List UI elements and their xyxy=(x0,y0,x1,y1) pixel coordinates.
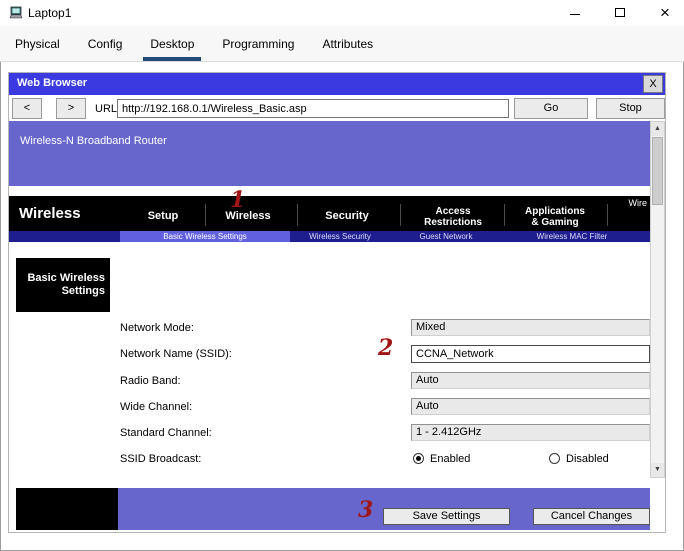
standard-channel-label: Standard Channel: xyxy=(120,427,212,439)
go-button[interactable]: Go xyxy=(514,98,588,119)
router-nav-bar: Wireless Wire Setup Wireless Security Ac… xyxy=(9,196,650,231)
router-banner: Wireless-N Broadband Router xyxy=(9,121,650,186)
tab-attributes[interactable]: Attributes xyxy=(315,26,380,61)
standard-channel-select[interactable]: 1 - 2.412GHz xyxy=(411,424,650,441)
cancel-changes-button[interactable]: Cancel Changes xyxy=(533,508,650,525)
save-settings-button[interactable]: Save Settings xyxy=(383,508,510,525)
nav-corner-text: Wire xyxy=(628,198,648,208)
browser-close-button[interactable]: X xyxy=(643,75,663,93)
subnav-guest-network[interactable]: Guest Network xyxy=(391,231,501,242)
maximize-icon xyxy=(615,8,625,17)
subnav-wireless-mac-filter[interactable]: Wireless MAC Filter xyxy=(517,231,627,242)
ssid-label: Network Name (SSID): xyxy=(120,348,232,360)
form-row-network-mode: Network Mode: Mixed xyxy=(9,319,650,337)
form-row-ssid-broadcast: SSID Broadcast: Enabled Disabled xyxy=(9,450,650,468)
minimize-icon xyxy=(570,14,580,15)
menu-access-restrictions[interactable]: Access Restrictions xyxy=(403,206,503,228)
menu-wireless[interactable]: Wireless xyxy=(198,210,298,222)
wide-channel-label: Wide Channel: xyxy=(120,401,193,413)
scroll-down-icon[interactable]: ▼ xyxy=(651,463,664,477)
minimize-button[interactable] xyxy=(564,3,586,23)
tab-programming[interactable]: Programming xyxy=(215,26,301,61)
menu-applications-gaming[interactable]: Applications & Gaming xyxy=(505,206,605,228)
browser-toolbar: < > URL Go Stop xyxy=(9,95,665,121)
wide-channel-select[interactable]: Auto xyxy=(411,398,650,415)
ssid-broadcast-label: SSID Broadcast: xyxy=(120,453,202,465)
url-label: URL xyxy=(95,103,118,115)
ssid-input[interactable] xyxy=(411,345,650,363)
device-tabstrip: Physical Config Desktop Programming Attr… xyxy=(0,26,684,62)
form-row-radio-band: Radio Band: Auto xyxy=(9,372,650,390)
subnav-wireless-security[interactable]: Wireless Security xyxy=(285,231,395,242)
enabled-radio-label: Enabled xyxy=(430,453,471,465)
router-subnav: Basic Wireless Settings Wireless Securit… xyxy=(9,231,650,242)
browser-title: Web Browser xyxy=(17,77,88,89)
browser-titlebar: Web Browser X xyxy=(9,73,665,95)
radio-band-select[interactable]: Auto xyxy=(411,372,650,389)
browser-viewport: Wireless-N Broadband Router Wireless Wir… xyxy=(9,121,665,532)
forward-button[interactable]: > xyxy=(56,98,86,119)
annotation-step-1: 1 xyxy=(230,187,246,213)
network-mode-label: Network Mode: xyxy=(120,322,194,334)
form-row-ssid: Network Name (SSID): xyxy=(9,345,650,363)
vertical-scrollbar[interactable]: ▲ ▼ xyxy=(650,121,665,478)
window-titlebar: Laptop1 × xyxy=(0,0,684,26)
radio-band-label: Radio Band: xyxy=(120,375,181,387)
nav-separator xyxy=(607,204,608,226)
laptop-window: Laptop1 × Physical Config Desktop Progra… xyxy=(0,0,684,551)
enabled-radio[interactable] xyxy=(413,453,424,464)
disabled-radio-label: Disabled xyxy=(566,453,609,465)
window-title: Laptop1 xyxy=(28,6,72,20)
scroll-up-icon[interactable]: ▲ xyxy=(651,122,664,136)
nav-separator xyxy=(400,204,401,226)
back-button[interactable]: < xyxy=(12,98,42,119)
router-banner-title: Wireless-N Broadband Router xyxy=(20,135,167,147)
form-row-standard-channel: Standard Channel: 1 - 2.412GHz xyxy=(9,424,650,442)
url-input[interactable] xyxy=(117,99,509,118)
maximize-button[interactable] xyxy=(609,3,631,23)
web-browser-panel: Web Browser X < > URL Go Stop Wireless-N… xyxy=(8,72,666,533)
laptop-icon xyxy=(8,6,24,20)
tab-physical[interactable]: Physical xyxy=(8,26,67,61)
nav-section-title: Wireless xyxy=(19,205,81,222)
menu-security[interactable]: Security xyxy=(297,210,397,222)
network-mode-select[interactable]: Mixed xyxy=(411,319,650,336)
subnav-basic-wireless-settings[interactable]: Basic Wireless Settings xyxy=(120,231,290,242)
section-sidebar-label: Basic Wireless Settings xyxy=(16,258,110,312)
footer-spacer-box xyxy=(16,488,118,530)
form-row-wide-channel: Wide Channel: Auto xyxy=(9,398,650,416)
tab-config[interactable]: Config xyxy=(81,26,130,61)
annotation-step-2: 2 xyxy=(378,335,394,361)
disabled-radio[interactable] xyxy=(549,453,560,464)
close-button[interactable]: × xyxy=(654,3,676,23)
tab-desktop[interactable]: Desktop xyxy=(143,26,202,61)
stop-button[interactable]: Stop xyxy=(596,98,665,119)
annotation-step-3: 3 xyxy=(358,497,374,523)
scroll-thumb[interactable] xyxy=(652,137,663,205)
